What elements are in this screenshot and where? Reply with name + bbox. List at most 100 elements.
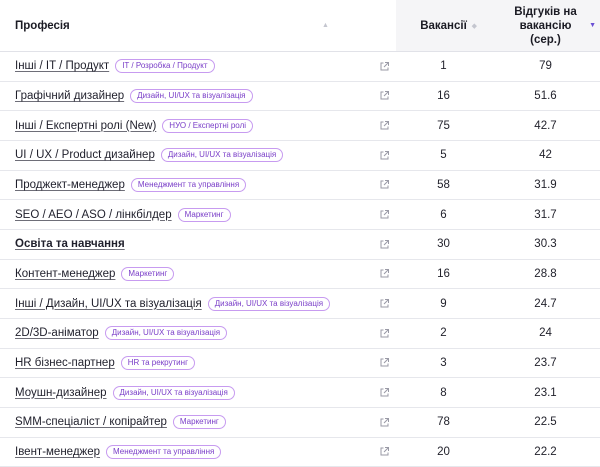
profession-name-link[interactable]: Івент-менеджер (15, 446, 100, 458)
profession-cell: Івент-менеджер Менеджмент та управління (0, 437, 373, 467)
profession-column-header[interactable]: Професія ▲ (0, 0, 373, 52)
sort-arrows-icon[interactable]: ◆ (472, 22, 477, 30)
responses-cell: 31.9 (491, 170, 600, 201)
open-link-cell (373, 407, 396, 438)
profession-name-link[interactable]: Інші / Дизайн, UI/UX та візуалізація (15, 298, 202, 310)
profession-name-link[interactable]: Графічний дизайнер (15, 90, 124, 102)
open-link-cell (373, 140, 396, 171)
profession-name-link[interactable]: Освіта та навчання (15, 238, 125, 250)
profession-cell: 2D/3D-аніматор Дизайн, UI/UX та візуаліза… (0, 318, 373, 349)
external-link-icon[interactable] (379, 387, 390, 398)
table-row[interactable]: UI / UX / Product дизайнер Дизайн, UI/UX … (0, 140, 600, 171)
profession-cell: UI / UX / Product дизайнер Дизайн, UI/UX … (0, 140, 373, 171)
external-link-icon[interactable] (379, 90, 390, 101)
open-link-cell (373, 348, 396, 379)
category-tag[interactable]: Маркетинг (177, 207, 231, 222)
category-tag[interactable]: Менеджмент та управління (106, 444, 222, 459)
profession-name-link[interactable]: Проджект-менеджер (15, 179, 125, 191)
table-row[interactable]: Проджект-менеджер Менеджмент та управлінн… (0, 170, 600, 201)
header-spacer (373, 0, 396, 52)
vacancies-cell: 9 (396, 288, 491, 319)
profession-cell: Контент-менеджер Маркетинг (0, 259, 373, 290)
vacancies-cell: 78 (396, 407, 491, 438)
profession-cell: Інші / IT / Продукт IT / Розробка / Проду… (0, 51, 373, 82)
vacancies-cell: 3 (396, 348, 491, 379)
category-tag[interactable]: HR та рекрутинг (120, 355, 195, 370)
table-row[interactable]: Інші / Експертні ролі (New) НУО / Експерт… (0, 110, 600, 141)
category-tag[interactable]: IT / Розробка / Продукт (115, 59, 215, 74)
table-row[interactable]: HR бізнес-партнер HR та рекрутинг 3 23.7 (0, 348, 600, 379)
category-tag[interactable]: Маркетинг (172, 415, 226, 430)
vacancies-cell: 58 (396, 170, 491, 201)
responses-column-header[interactable]: Відгуків на вакансію (сер.) ▼ (491, 0, 600, 52)
sort-desc-icon[interactable]: ▼ (589, 22, 596, 29)
external-link-icon[interactable] (379, 298, 390, 309)
table-row[interactable]: Графічний дизайнер Дизайн, UI/UX та візуа… (0, 81, 600, 112)
open-link-cell (373, 259, 396, 290)
responses-cell: 31.7 (491, 199, 600, 230)
open-link-cell (373, 110, 396, 141)
table-row[interactable]: Контент-менеджер Маркетинг 16 28.8 (0, 259, 600, 290)
profession-name-link[interactable]: Моушн-дизайнер (15, 387, 107, 399)
profession-name-link[interactable]: 2D/3D-аніматор (15, 327, 99, 339)
external-link-icon[interactable] (379, 209, 390, 220)
table-header-row: Професія ▲ Вакансії ◆ Відгуків на ваканс… (0, 0, 600, 52)
external-link-icon[interactable] (379, 150, 390, 161)
category-tag[interactable]: Дизайн, UI/UX та візуалізація (112, 385, 235, 400)
profession-name-link[interactable]: Інші / Експертні ролі (New) (15, 120, 156, 132)
open-link-cell (373, 81, 396, 112)
external-link-icon[interactable] (379, 328, 390, 339)
vacancies-cell: 16 (396, 81, 491, 112)
responses-cell: 23.1 (491, 377, 600, 408)
profession-cell: SMM-спеціаліст / копірайтер Маркетинг (0, 407, 373, 438)
table-row[interactable]: 2D/3D-аніматор Дизайн, UI/UX та візуаліза… (0, 318, 600, 349)
table-row[interactable]: Моушн-дизайнер Дизайн, UI/UX та візуаліза… (0, 377, 600, 408)
profession-cell: Інші / Дизайн, UI/UX та візуалізація Диза… (0, 288, 373, 319)
table-row[interactable]: Івент-менеджер Менеджмент та управління 2… (0, 437, 600, 467)
responses-cell: 28.8 (491, 259, 600, 290)
table-body: Інші / IT / Продукт IT / Розробка / Проду… (0, 51, 600, 467)
vacancies-cell: 8 (396, 377, 491, 408)
external-link-icon[interactable] (379, 61, 390, 72)
category-tag[interactable]: Дизайн, UI/UX та візуалізація (104, 326, 228, 341)
profession-name-link[interactable]: Інші / IT / Продукт (15, 60, 109, 72)
profession-name-link[interactable]: Контент-менеджер (15, 268, 115, 280)
profession-cell: SEO / AEO / ASO / лінкбілдер Маркетинг (0, 199, 373, 230)
profession-cell: Освіта та навчання (0, 229, 373, 260)
external-link-icon[interactable] (379, 179, 390, 190)
open-link-cell (373, 318, 396, 349)
profession-cell: Графічний дизайнер Дизайн, UI/UX та візуа… (0, 81, 373, 112)
vacancies-column-header[interactable]: Вакансії ◆ (396, 0, 491, 52)
external-link-icon[interactable] (379, 239, 390, 250)
vacancies-cell: 75 (396, 110, 491, 141)
open-link-cell (373, 51, 396, 82)
external-link-icon[interactable] (379, 120, 390, 131)
profession-header-label: Професія (15, 19, 70, 32)
profession-name-link[interactable]: UI / UX / Product дизайнер (15, 149, 155, 161)
table-row[interactable]: Інші / IT / Продукт IT / Розробка / Проду… (0, 51, 600, 82)
vacancies-cell: 30 (396, 229, 491, 260)
category-tag[interactable]: Маркетинг (121, 266, 175, 281)
external-link-icon[interactable] (379, 268, 390, 279)
category-tag[interactable]: НУО / Експертні ролі (162, 118, 254, 133)
external-link-icon[interactable] (379, 357, 390, 368)
category-tag[interactable]: Дизайн, UI/UX та візуалізація (207, 296, 331, 311)
profession-name-link[interactable]: SEO / AEO / ASO / лінкбілдер (15, 209, 172, 221)
table-row[interactable]: SEO / AEO / ASO / лінкбілдер Маркетинг 6 … (0, 199, 600, 230)
sort-arrows-icon[interactable]: ▲ (322, 22, 329, 29)
external-link-icon[interactable] (379, 417, 390, 428)
vacancies-cell: 2 (396, 318, 491, 349)
table-row[interactable]: Інші / Дизайн, UI/UX та візуалізація Диза… (0, 288, 600, 319)
table-row[interactable]: Освіта та навчання 30 30.3 (0, 229, 600, 260)
category-tag[interactable]: Дизайн, UI/UX та візуалізація (160, 148, 284, 163)
profession-name-link[interactable]: SMM-спеціаліст / копірайтер (15, 416, 167, 428)
profession-cell: Проджект-менеджер Менеджмент та управлінн… (0, 170, 373, 201)
responses-cell: 24 (491, 318, 600, 349)
responses-cell: 22.2 (491, 437, 600, 467)
profession-name-link[interactable]: HR бізнес-партнер (15, 357, 115, 369)
responses-cell: 23.7 (491, 348, 600, 379)
responses-cell: 42.7 (491, 110, 600, 141)
category-tag[interactable]: Дизайн, UI/UX та візуалізація (130, 88, 253, 103)
table-row[interactable]: SMM-спеціаліст / копірайтер Маркетинг 78 … (0, 407, 600, 438)
category-tag[interactable]: Менеджмент та управління (130, 177, 247, 192)
